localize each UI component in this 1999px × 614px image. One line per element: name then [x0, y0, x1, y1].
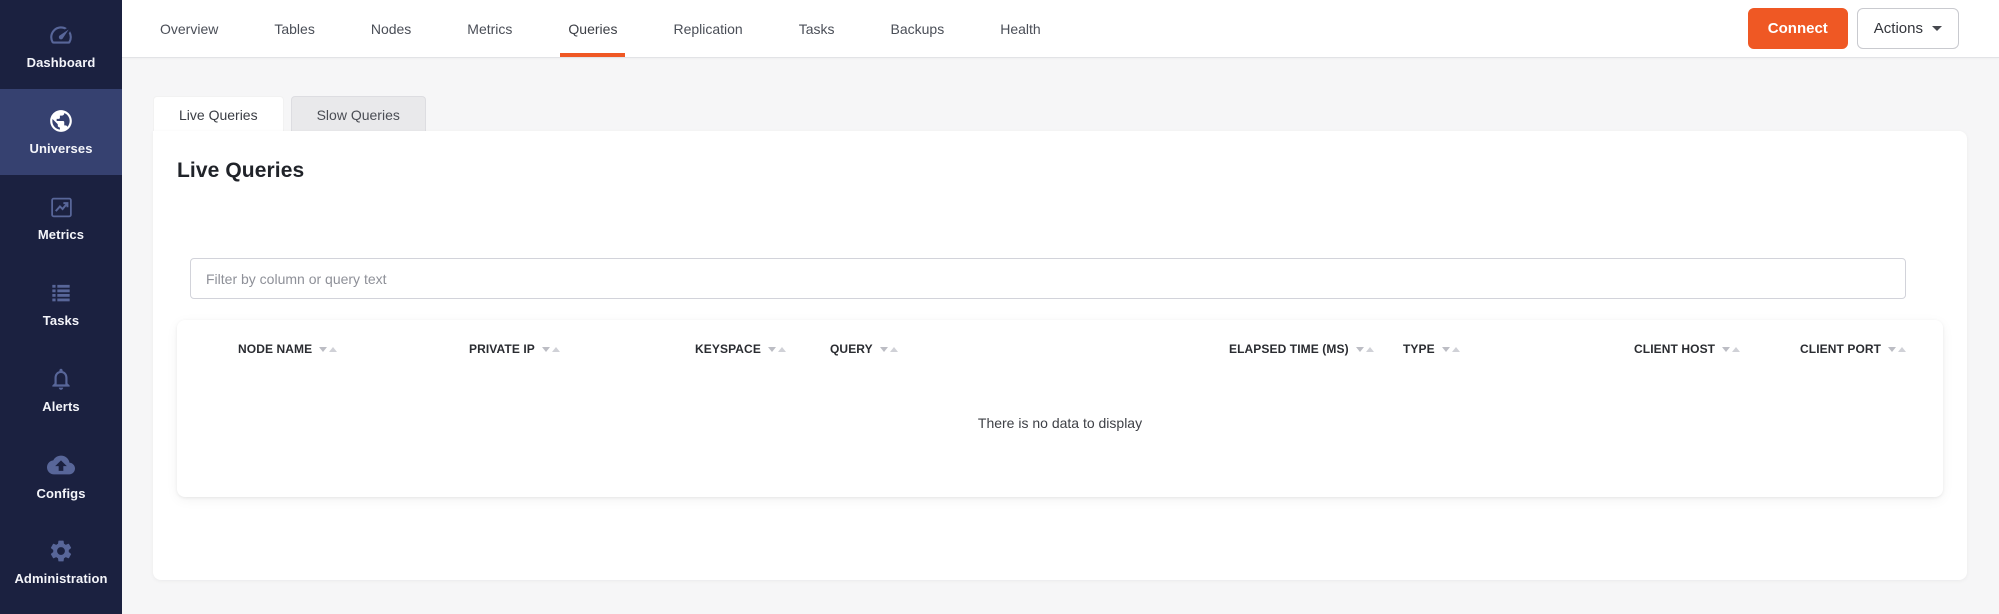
sidebar: Dashboard Universes Metrics Tasks Alerts: [0, 0, 122, 614]
sidebar-item-label: Dashboard: [27, 55, 96, 70]
actions-dropdown-label: Actions: [1874, 20, 1923, 37]
gear-icon: [48, 538, 74, 564]
line-chart-icon: [49, 195, 74, 220]
tab-replication[interactable]: Replication: [673, 0, 742, 57]
sort-icon: [880, 347, 898, 352]
sidebar-item-label: Configs: [36, 486, 85, 501]
queries-table-card: NODE NAME PRIVATE IP KEYSPACE QUERY ELAP…: [177, 320, 1943, 497]
tab-health[interactable]: Health: [1000, 0, 1040, 57]
sidebar-item-alerts[interactable]: Alerts: [0, 347, 122, 433]
column-header-node-name[interactable]: NODE NAME: [238, 342, 337, 356]
column-header-client-port[interactable]: CLIENT PORT: [1800, 342, 1906, 356]
app-root: Dashboard Universes Metrics Tasks Alerts: [0, 0, 1999, 614]
tab-tables[interactable]: Tables: [274, 0, 314, 57]
column-header-query[interactable]: QUERY: [830, 342, 898, 356]
sidebar-item-administration[interactable]: Administration: [0, 519, 122, 605]
tab-tasks[interactable]: Tasks: [799, 0, 835, 57]
sort-icon: [1442, 347, 1460, 352]
tab-metrics[interactable]: Metrics: [467, 0, 512, 57]
live-queries-panel: Live Queries NODE NAME PRIVATE IP KEYSPA…: [153, 131, 1967, 580]
globe-icon: [48, 108, 74, 134]
list-icon: [48, 280, 74, 306]
table-empty-message: There is no data to display: [177, 415, 1943, 431]
tab-slow-queries[interactable]: Slow Queries: [291, 96, 426, 132]
chevron-down-icon: [1932, 26, 1942, 31]
tab-backups[interactable]: Backups: [891, 0, 945, 57]
sidebar-item-configs[interactable]: Configs: [0, 433, 122, 519]
tab-nodes[interactable]: Nodes: [371, 0, 411, 57]
bell-icon: [48, 366, 74, 392]
top-nav-actions: Connect Actions: [1748, 8, 1959, 49]
query-filter-input[interactable]: [190, 258, 1906, 299]
top-nav: Overview Tables Nodes Metrics Queries Re…: [122, 0, 1999, 58]
page-title: Live Queries: [177, 159, 304, 183]
universe-tab-bar: Overview Tables Nodes Metrics Queries Re…: [160, 0, 1041, 57]
gauge-icon: [48, 22, 74, 48]
column-header-private-ip[interactable]: PRIVATE IP: [469, 342, 560, 356]
sort-icon: [1356, 347, 1374, 352]
column-header-client-host[interactable]: CLIENT HOST: [1634, 342, 1740, 356]
sort-icon: [768, 347, 786, 352]
sidebar-item-tasks[interactable]: Tasks: [0, 261, 122, 347]
column-header-type[interactable]: TYPE: [1403, 342, 1460, 356]
sidebar-item-label: Alerts: [42, 399, 79, 414]
tab-live-queries[interactable]: Live Queries: [153, 96, 284, 133]
table-header-row: NODE NAME PRIVATE IP KEYSPACE QUERY ELAP…: [177, 320, 1943, 372]
actions-dropdown-button[interactable]: Actions: [1857, 8, 1959, 49]
queries-subtabs: Live Queries Slow Queries: [153, 96, 426, 133]
sort-icon: [1722, 347, 1740, 352]
sort-icon: [1888, 347, 1906, 352]
column-header-elapsed-time[interactable]: ELAPSED TIME (MS): [1229, 342, 1374, 356]
tab-overview[interactable]: Overview: [160, 0, 218, 57]
sidebar-item-label: Administration: [14, 571, 107, 586]
sidebar-item-dashboard[interactable]: Dashboard: [0, 3, 122, 89]
cloud-upload-icon: [47, 451, 75, 479]
sidebar-item-universes[interactable]: Universes: [0, 89, 122, 175]
tab-queries[interactable]: Queries: [568, 0, 617, 57]
sidebar-item-label: Universes: [29, 141, 92, 156]
connect-button[interactable]: Connect: [1748, 8, 1848, 49]
sort-icon: [319, 347, 337, 352]
sidebar-item-label: Tasks: [43, 313, 79, 328]
sort-icon: [542, 347, 560, 352]
column-header-keyspace[interactable]: KEYSPACE: [695, 342, 786, 356]
sidebar-item-label: Metrics: [38, 227, 84, 242]
sidebar-item-metrics[interactable]: Metrics: [0, 175, 122, 261]
